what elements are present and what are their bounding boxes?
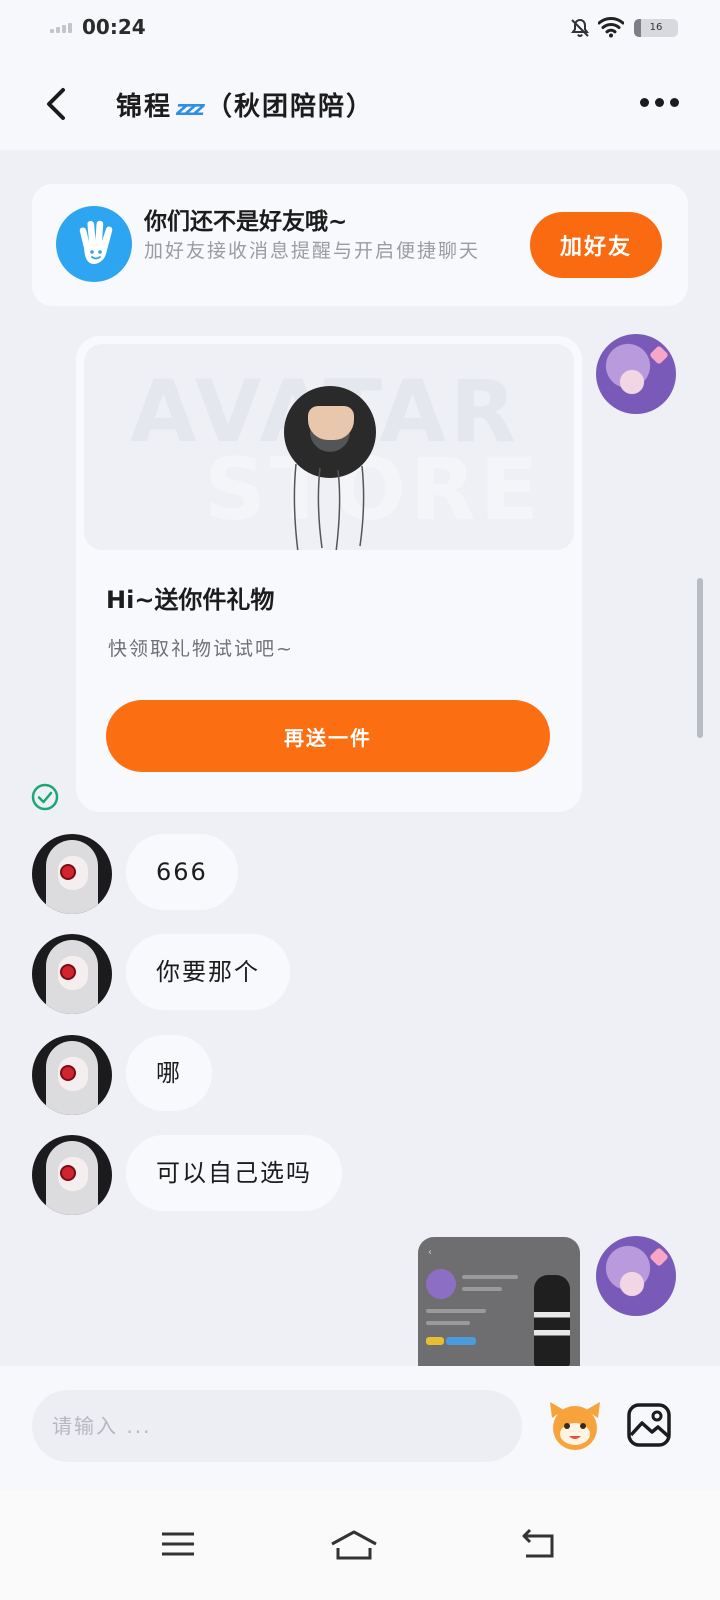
message-bubble[interactable]: 你要那个 — [126, 934, 290, 1010]
gift-image: AVATAR STORE — [84, 344, 574, 550]
sleep-zzz-icon: zzz — [176, 96, 205, 120]
bell-muted-icon — [570, 18, 590, 38]
gift-item-hand — [308, 406, 354, 440]
mini-character — [534, 1275, 570, 1367]
read-check-icon — [31, 783, 59, 811]
not-friend-banner: 你们还不是好友哦~ 加好友接收消息提醒与开启便捷聊天 加好友 — [32, 184, 688, 306]
message-bubble[interactable]: 666 — [126, 834, 238, 910]
gift-title: Hi~送你件礼物 — [106, 586, 275, 614]
add-friend-button[interactable]: 加好友 — [530, 212, 662, 278]
system-nav-bar — [0, 1490, 720, 1600]
wave-hand-icon — [56, 206, 132, 282]
message-bubble[interactable]: 可以自己选吗 — [126, 1135, 342, 1211]
message-input[interactable]: 请输入 ... — [32, 1390, 522, 1462]
my-avatar[interactable] — [596, 1236, 676, 1316]
mini-avatar — [426, 1269, 456, 1299]
image-message[interactable]: ‹ — [418, 1237, 580, 1367]
contact-tag: （秋团陪陪） — [205, 92, 374, 122]
gift-card[interactable]: AVATAR STORE Hi~送你件礼物 快领取礼物试试吧~ 再送一件 — [76, 336, 582, 812]
contact-avatar[interactable] — [32, 1135, 112, 1215]
back-icon[interactable] — [36, 82, 80, 126]
scrollbar[interactable] — [697, 578, 703, 738]
banner-subtitle: 加好友接收消息提醒与开启便捷聊天 — [144, 240, 481, 262]
gift-item-strings — [293, 464, 365, 550]
wifi-icon — [598, 17, 624, 38]
menu-icon[interactable] — [152, 1520, 204, 1568]
back-nav-icon[interactable] — [512, 1520, 564, 1568]
contact-name: 锦程 — [116, 92, 173, 122]
mini-back-icon: ‹ — [428, 1247, 432, 1258]
banner-title: 你们还不是好友哦~ — [144, 209, 348, 235]
battery-indicator: 16 — [634, 19, 678, 37]
my-avatar[interactable] — [596, 334, 676, 414]
message-bubble[interactable]: 哪 — [126, 1035, 212, 1111]
input-bar: 请输入 ... — [0, 1366, 720, 1490]
contact-avatar[interactable] — [32, 834, 112, 914]
image-icon[interactable] — [626, 1402, 672, 1448]
chat-title: 锦程 zzz （秋团陪陪） — [116, 86, 374, 123]
battery-level: 16 — [649, 22, 663, 33]
gift-subtitle: 快领取礼物试试吧~ — [108, 638, 294, 660]
contact-avatar[interactable] — [32, 934, 112, 1014]
status-bar: 00:24 16 — [0, 0, 720, 58]
status-time: 00:24 — [82, 15, 146, 39]
contact-avatar[interactable] — [32, 1035, 112, 1115]
emoji-icon[interactable] — [546, 1396, 604, 1454]
signal-icon — [50, 23, 72, 33]
chat-header: 锦程 zzz （秋团陪陪） — [0, 58, 720, 150]
home-icon[interactable] — [328, 1520, 380, 1568]
more-icon[interactable] — [640, 88, 679, 117]
send-another-gift-button[interactable]: 再送一件 — [106, 700, 550, 772]
